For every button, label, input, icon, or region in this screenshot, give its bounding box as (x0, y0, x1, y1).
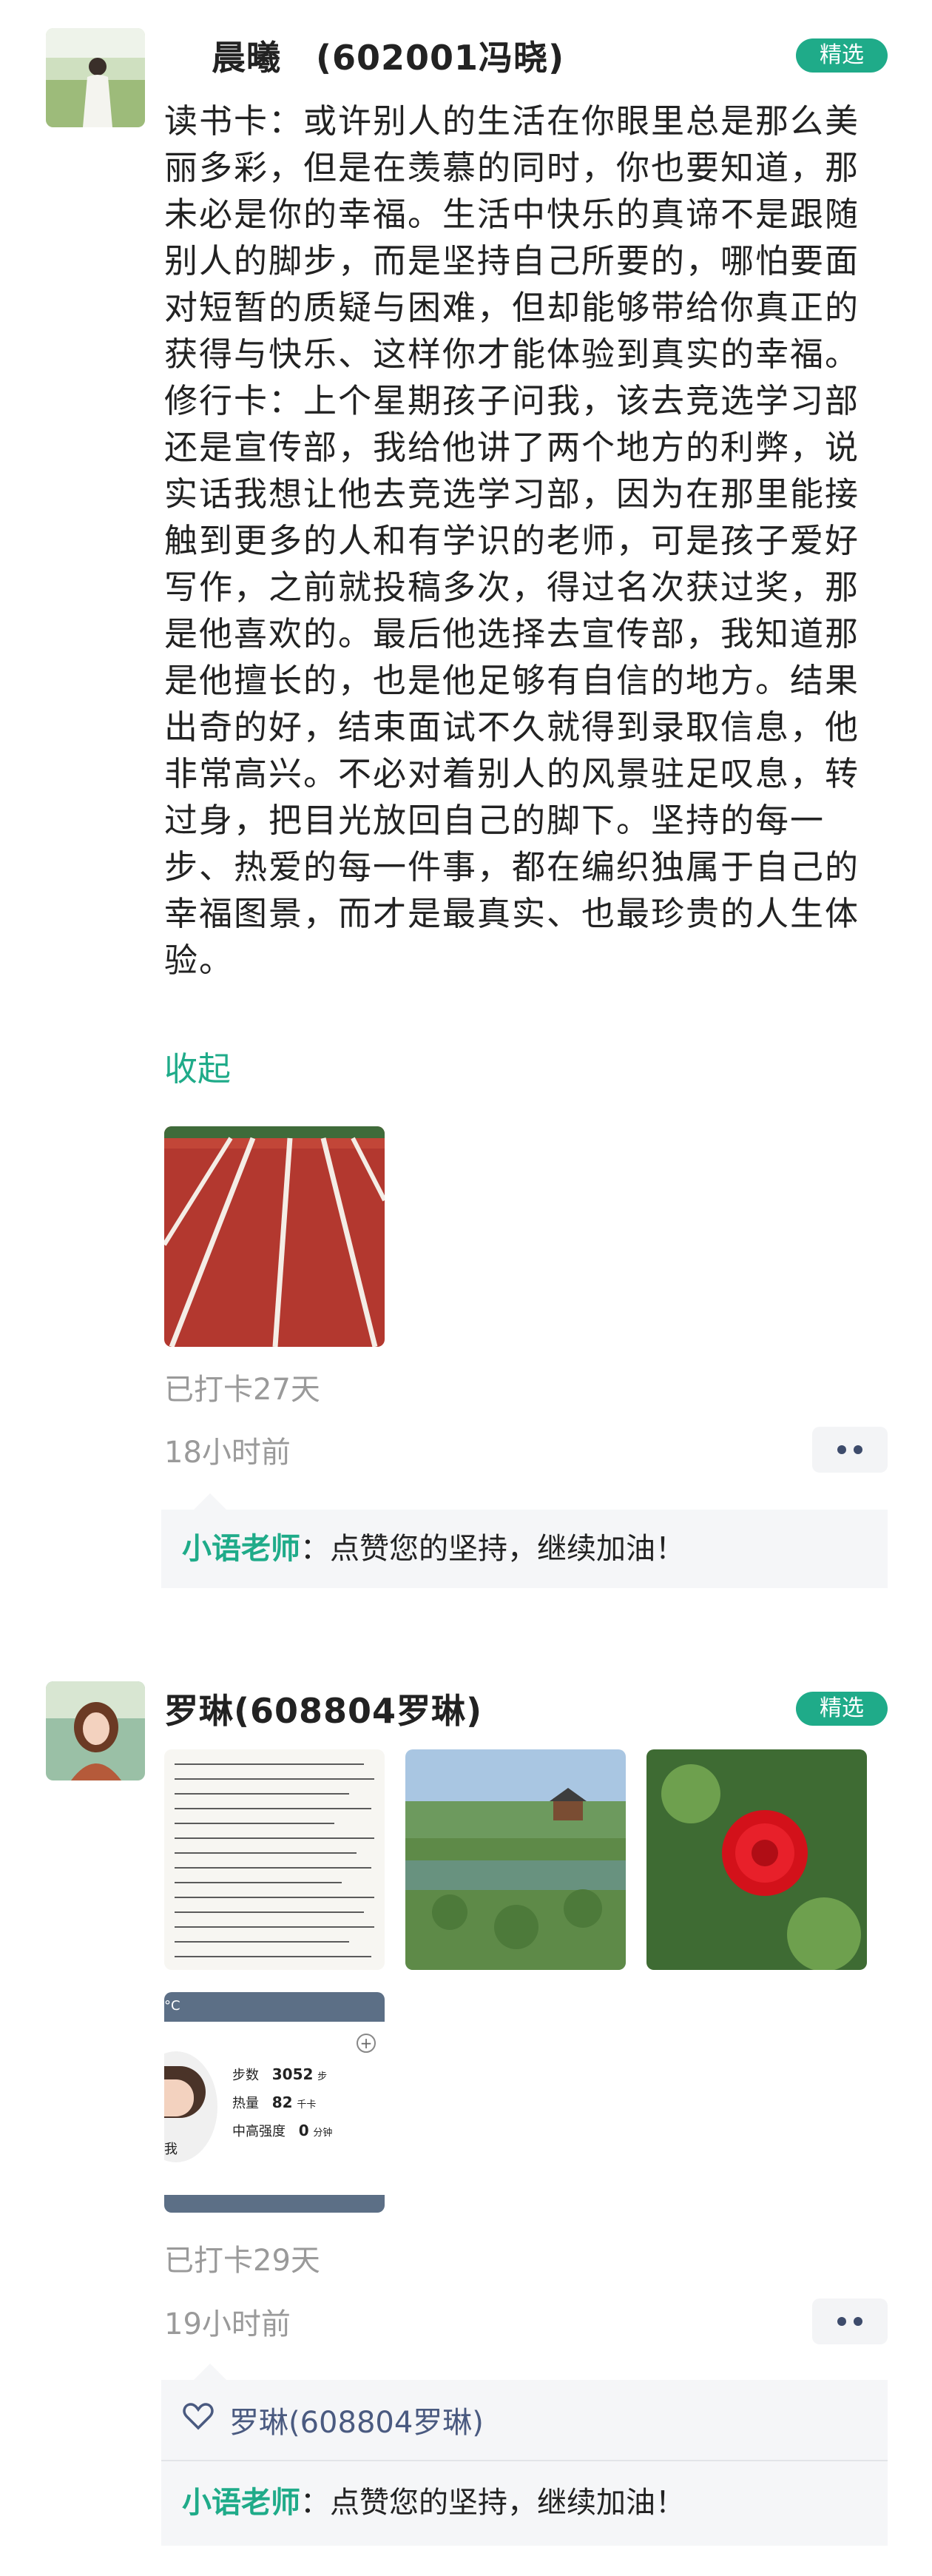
avatar-me-label: 我 (164, 2142, 178, 2157)
steps-label: 步数 (232, 2068, 259, 2083)
comment-box: 罗琳(608804罗琳) 小语老师：点赞您的坚持，继续加油！ (161, 2364, 888, 2546)
post-image[interactable] (646, 1749, 867, 1970)
comment-text: ：点赞您的坚持，继续加油！ (300, 2486, 685, 2520)
post-time: 19小时前 (164, 2307, 291, 2341)
post-image[interactable] (405, 1749, 626, 1970)
comment: 小语老师：点赞您的坚持，继续加油！ (161, 1510, 888, 1588)
intensity-value: 0 (298, 2122, 309, 2139)
calories-label: 热量 (232, 2096, 259, 2111)
steps-unit: 步 (317, 2071, 328, 2082)
avatar[interactable] (46, 28, 145, 127)
intensity-unit: 分钟 (313, 2128, 333, 2139)
more-options-button[interactable] (812, 2298, 888, 2344)
comment-box: 小语老师：点赞您的坚持，继续加油！ (161, 1493, 888, 1588)
post-item: 罗琳(608804罗琳) 精选 °C 我 + 步数 3052 步 热量 82 千… (0, 1658, 932, 2576)
author-name[interactable]: 罗琳(608804罗琳) (164, 1684, 482, 1733)
heart-icon (182, 2401, 215, 2438)
collapse-link[interactable]: 收起 (164, 1042, 231, 1090)
comment-author[interactable]: 小语老师 (182, 1532, 300, 1566)
post-item: 晨曦 (602001冯晓) 精选 读书卡：或许别人的生活在你眼里总是那么美丽多彩… (0, 0, 932, 1658)
add-icon[interactable]: + (357, 2034, 376, 2053)
calories-value: 82 (271, 2094, 293, 2111)
more-options-button[interactable] (812, 1427, 888, 1473)
post-image[interactable] (164, 1749, 385, 1970)
fitness-card-image[interactable]: °C 我 + 步数 3052 步 热量 82 千卡 中高强度 0 分钟 (164, 1992, 385, 2213)
featured-badge: 精选 (796, 38, 888, 73)
author-name[interactable]: 晨曦 (602001冯晓) (212, 31, 564, 80)
intensity-label: 中高强度 (232, 2124, 286, 2139)
steps-value: 3052 (271, 2065, 314, 2083)
checkin-days: 已打卡29天 (164, 2244, 320, 2278)
avatar[interactable] (46, 1681, 145, 1780)
featured-badge: 精选 (796, 1692, 888, 1726)
post-image[interactable] (164, 1126, 385, 1347)
post-time: 18小时前 (164, 1436, 291, 1470)
temperature-unit: °C (164, 1998, 180, 2014)
comment-text: ：点赞您的坚持，继续加油！ (300, 1532, 685, 1566)
comment-author[interactable]: 小语老师 (182, 2486, 300, 2520)
comment: 小语老师：点赞您的坚持，继续加油！ (161, 2461, 888, 2544)
checkin-days: 已打卡27天 (164, 1373, 320, 1407)
liker-name[interactable]: 罗琳(608804罗琳) (229, 2398, 484, 2441)
like-row: 罗琳(608804罗琳) (161, 2380, 888, 2460)
post-text: 读书卡：或许别人的生活在你眼里总是那么美丽多彩，但是在羡慕的同时，你也要知道，那… (164, 101, 860, 980)
calories-unit: 千卡 (297, 2099, 317, 2111)
